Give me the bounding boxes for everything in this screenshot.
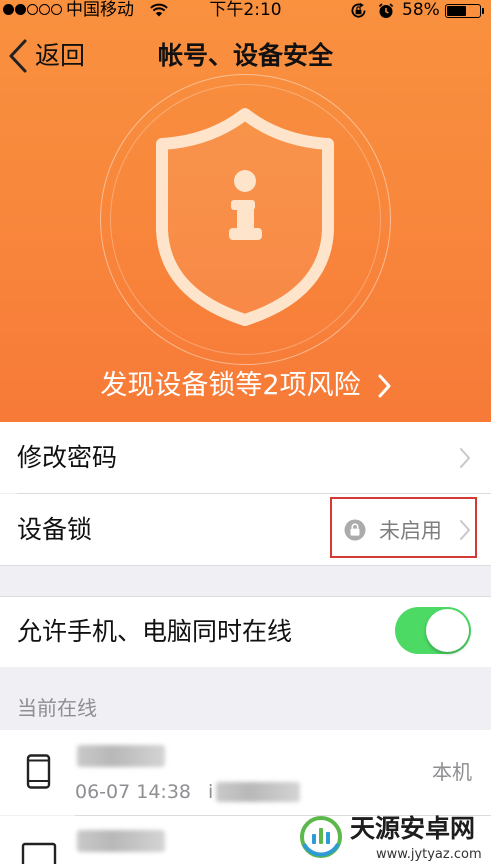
- change-password-row[interactable]: 修改密码: [0, 422, 491, 493]
- back-label: 返回: [35, 41, 86, 70]
- multi-online-label: 允许手机、电脑同时在线: [17, 617, 293, 646]
- current-device-tag: 本机: [432, 760, 472, 784]
- battery-percent: 58%: [402, 0, 440, 20]
- blurred-device-name: [77, 745, 165, 767]
- blurred-device-model: [216, 782, 300, 802]
- rotation-lock-icon: [351, 2, 366, 18]
- watermark-brand: 天源安卓网: [350, 814, 476, 843]
- risk-summary-text: 发现设备锁等2项风险: [100, 370, 361, 401]
- shield-info-icon: [156, 108, 334, 326]
- phone-icon: [26, 754, 51, 789]
- device-row[interactable]: 本机: [0, 730, 491, 815]
- multi-online-row: 允许手机、电脑同时在线: [0, 597, 491, 667]
- computer-icon: [21, 842, 57, 864]
- highlight-annotation: [330, 497, 477, 558]
- device-model-fragment: i: [208, 781, 214, 803]
- device-lock-label: 设备锁: [17, 515, 93, 544]
- group-divider: [0, 565, 491, 566]
- chevron-right-icon: [460, 448, 470, 468]
- toggle-knob: [426, 609, 469, 652]
- watermark-url: www.jytyaz.com: [376, 847, 482, 862]
- section-header-online: 当前在线: [17, 696, 97, 720]
- battery-nub: [482, 8, 484, 14]
- watermark-logo-icon: [300, 816, 342, 858]
- battery-fill: [447, 6, 466, 16]
- alarm-icon: [378, 3, 394, 18]
- risk-summary-button[interactable]: 发现设备锁等2项风险: [0, 365, 491, 407]
- site-watermark: 天源安卓网 www.jytyaz.com: [296, 810, 491, 864]
- blurred-device-name: [77, 830, 165, 852]
- battery-icon: [445, 4, 481, 18]
- chevron-left-icon: [9, 39, 27, 73]
- device-login-time: 06-07 14:38: [75, 781, 192, 803]
- chevron-right-icon: [378, 374, 391, 398]
- multi-online-toggle[interactable]: [395, 607, 471, 654]
- back-button[interactable]: 返回: [8, 38, 85, 74]
- change-password-label: 修改密码: [17, 443, 118, 472]
